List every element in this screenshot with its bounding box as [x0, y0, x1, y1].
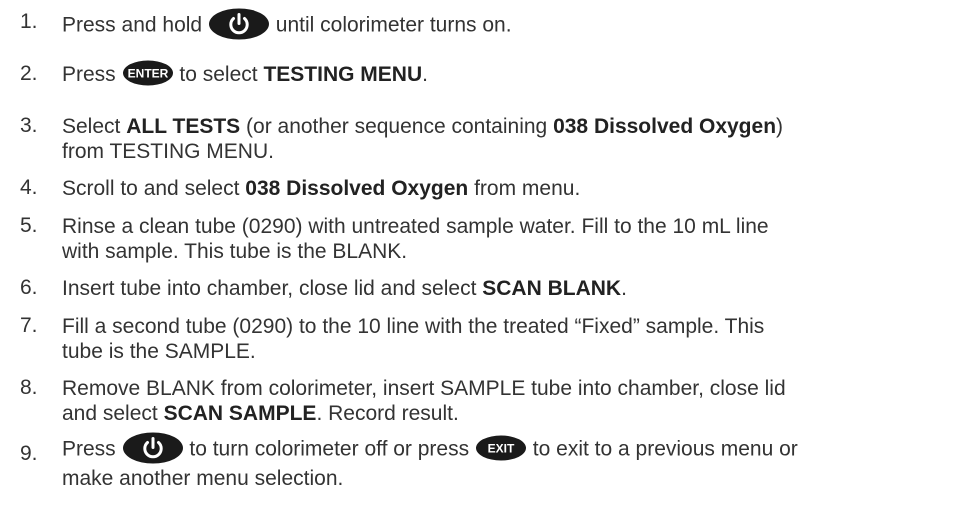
exit-button-icon: EXIT	[475, 435, 527, 461]
power-button-icon	[208, 8, 270, 40]
step-text: Remove BLANK from colorimeter, insert SA…	[62, 377, 786, 425]
step-text: Press to turn colorimeter off or press E…	[62, 432, 952, 491]
step-text: Rinse a clean tube (0290) with untreated…	[62, 215, 769, 263]
step-text: Insert tube into chamber, close lid and …	[62, 277, 627, 300]
step-number: 2.	[20, 62, 38, 85]
svg-text:EXIT: EXIT	[488, 442, 515, 456]
svg-text:ENTER: ENTER	[127, 67, 168, 81]
step-text: Press ENTER to select TESTING MENU.	[62, 60, 952, 88]
instructions-list: 1. Press and hold until colorimeter turn…	[0, 0, 970, 529]
step-number: 9.	[20, 442, 38, 465]
step-number: 8.	[20, 376, 38, 399]
step-number: 5.	[20, 214, 38, 237]
step-text: Fill a second tube (0290) to the 10 line…	[62, 315, 765, 363]
step-text: Select ALL TESTS (or another sequence co…	[62, 115, 784, 163]
step-text: Scroll to and select 038 Dissolved Oxyge…	[62, 177, 581, 200]
step-number: 3.	[20, 114, 38, 137]
step-number: 1.	[20, 10, 38, 33]
enter-button-icon: ENTER	[122, 60, 174, 86]
step-number: 7.	[20, 314, 38, 337]
step-number: 4.	[20, 176, 38, 199]
power-button-icon	[122, 432, 184, 464]
step-text: Press and hold until colorimeter turns o…	[62, 8, 952, 42]
step-number: 6.	[20, 276, 38, 299]
